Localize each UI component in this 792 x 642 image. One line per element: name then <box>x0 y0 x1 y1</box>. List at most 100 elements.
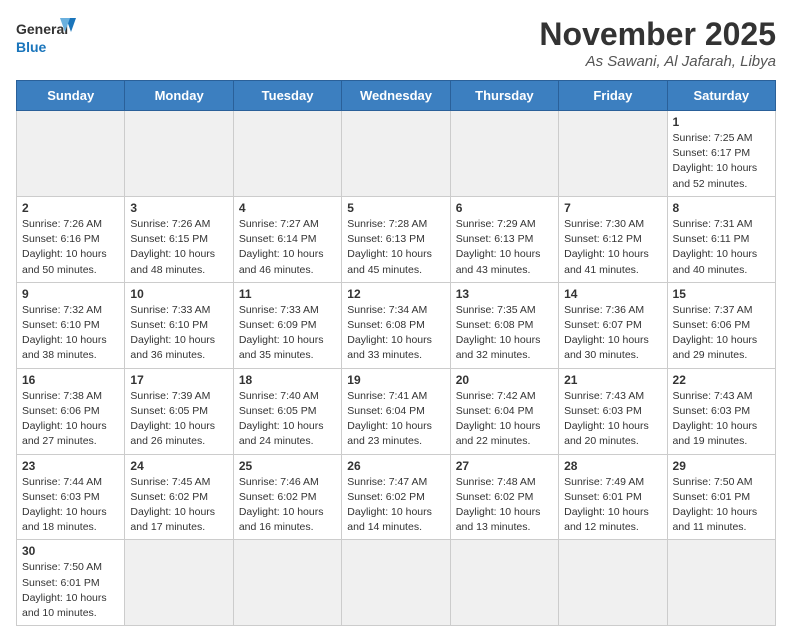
day-cell: 28Sunrise: 7:49 AM Sunset: 6:01 PM Dayli… <box>559 454 667 540</box>
day-info: Sunrise: 7:41 AM Sunset: 6:04 PM Dayligh… <box>347 389 444 450</box>
day-header-monday: Monday <box>125 81 233 111</box>
day-header-saturday: Saturday <box>667 81 775 111</box>
day-number: 30 <box>22 544 119 558</box>
day-cell: 26 Sunrise: 7:47 AM Sunset: 6:02 PM Dayli… <box>342 454 450 540</box>
day-info: Sunrise: 7:47 AM Sunset: 6:02 PM Dayligh… <box>347 475 444 536</box>
day-info: Sunrise: 7:44 AM Sunset: 6:03 PM Dayligh… <box>22 475 119 536</box>
day-number: 26 <box>347 459 444 473</box>
day-cell <box>450 540 558 626</box>
week-row-2: 2Sunrise: 7:26 AM Sunset: 6:16 PM Daylig… <box>17 196 776 282</box>
day-number: 7 <box>564 201 661 215</box>
day-cell: 16 Sunrise: 7:38 AM Sunset: 6:06 PM Dayli… <box>17 368 125 454</box>
day-number: 15 <box>673 287 770 301</box>
day-info: Sunrise: 7:28 AM Sunset: 6:13 PM Dayligh… <box>347 217 444 278</box>
title-area: November 2025 As Sawani, Al Jafarah, Lib… <box>539 16 776 70</box>
location: As Sawani, Al Jafarah, Libya <box>539 53 776 70</box>
day-info: Sunrise: 7:34 AM Sunset: 6:08 PM Dayligh… <box>347 303 444 364</box>
day-number: 6 <box>456 201 553 215</box>
day-cell: 21 Sunrise: 7:43 AM Sunset: 6:03 PM Dayli… <box>559 368 667 454</box>
day-cell: 30 Sunrise: 7:50 AM Sunset: 6:01 PM Dayli… <box>17 540 125 626</box>
day-cell: 4Sunrise: 7:27 AM Sunset: 6:14 PM Daylig… <box>233 196 341 282</box>
day-cell: 14 Sunrise: 7:36 AM Sunset: 6:07 PM Dayli… <box>559 282 667 368</box>
day-number: 3 <box>130 201 227 215</box>
day-number: 14 <box>564 287 661 301</box>
week-row-3: 9Sunrise: 7:32 AM Sunset: 6:10 PM Daylig… <box>17 282 776 368</box>
day-cell <box>559 540 667 626</box>
day-info: Sunrise: 7:43 AM Sunset: 6:03 PM Dayligh… <box>673 389 770 450</box>
day-info: Sunrise: 7:31 AM Sunset: 6:11 PM Dayligh… <box>673 217 770 278</box>
day-cell: 19Sunrise: 7:41 AM Sunset: 6:04 PM Dayli… <box>342 368 450 454</box>
day-info: Sunrise: 7:36 AM Sunset: 6:07 PM Dayligh… <box>564 303 661 364</box>
day-info: Sunrise: 7:46 AM Sunset: 6:02 PM Dayligh… <box>239 475 336 536</box>
header-row: SundayMondayTuesdayWednesdayThursdayFrid… <box>17 81 776 111</box>
day-cell: 8 Sunrise: 7:31 AM Sunset: 6:11 PM Daylig… <box>667 196 775 282</box>
calendar-table: SundayMondayTuesdayWednesdayThursdayFrid… <box>16 80 776 626</box>
logo-svg: General Blue <box>16 16 76 58</box>
day-info: Sunrise: 7:29 AM Sunset: 6:13 PM Dayligh… <box>456 217 553 278</box>
day-cell: 6 Sunrise: 7:29 AM Sunset: 6:13 PM Daylig… <box>450 196 558 282</box>
week-row-1: 1 Sunrise: 7:25 AM Sunset: 6:17 PM Daylig… <box>17 111 776 197</box>
day-header-friday: Friday <box>559 81 667 111</box>
day-number: 5 <box>347 201 444 215</box>
day-number: 1 <box>673 115 770 129</box>
day-info: Sunrise: 7:38 AM Sunset: 6:06 PM Dayligh… <box>22 389 119 450</box>
day-info: Sunrise: 7:50 AM Sunset: 6:01 PM Dayligh… <box>22 560 119 621</box>
day-number: 8 <box>673 201 770 215</box>
day-info: Sunrise: 7:33 AM Sunset: 6:09 PM Dayligh… <box>239 303 336 364</box>
day-cell <box>342 540 450 626</box>
logo: General Blue <box>16 16 76 58</box>
day-cell: 3 Sunrise: 7:26 AM Sunset: 6:15 PM Daylig… <box>125 196 233 282</box>
day-cell <box>450 111 558 197</box>
day-cell: 22 Sunrise: 7:43 AM Sunset: 6:03 PM Dayli… <box>667 368 775 454</box>
day-info: Sunrise: 7:26 AM Sunset: 6:16 PM Dayligh… <box>22 217 119 278</box>
week-row-4: 16 Sunrise: 7:38 AM Sunset: 6:06 PM Dayli… <box>17 368 776 454</box>
day-info: Sunrise: 7:43 AM Sunset: 6:03 PM Dayligh… <box>564 389 661 450</box>
day-cell <box>125 111 233 197</box>
day-number: 20 <box>456 373 553 387</box>
day-number: 29 <box>673 459 770 473</box>
day-cell: 23Sunrise: 7:44 AM Sunset: 6:03 PM Dayli… <box>17 454 125 540</box>
day-cell <box>17 111 125 197</box>
day-cell <box>667 540 775 626</box>
day-cell: 29Sunrise: 7:50 AM Sunset: 6:01 PM Dayli… <box>667 454 775 540</box>
day-header-sunday: Sunday <box>17 81 125 111</box>
day-number: 9 <box>22 287 119 301</box>
day-info: Sunrise: 7:45 AM Sunset: 6:02 PM Dayligh… <box>130 475 227 536</box>
day-cell: 11Sunrise: 7:33 AM Sunset: 6:09 PM Dayli… <box>233 282 341 368</box>
month-title: November 2025 <box>539 16 776 53</box>
day-info: Sunrise: 7:26 AM Sunset: 6:15 PM Dayligh… <box>130 217 227 278</box>
day-cell: 20 Sunrise: 7:42 AM Sunset: 6:04 PM Dayli… <box>450 368 558 454</box>
day-info: Sunrise: 7:40 AM Sunset: 6:05 PM Dayligh… <box>239 389 336 450</box>
day-cell: 5 Sunrise: 7:28 AM Sunset: 6:13 PM Daylig… <box>342 196 450 282</box>
day-cell <box>559 111 667 197</box>
day-number: 10 <box>130 287 227 301</box>
day-number: 27 <box>456 459 553 473</box>
day-number: 28 <box>564 459 661 473</box>
day-cell <box>233 540 341 626</box>
day-cell: 9Sunrise: 7:32 AM Sunset: 6:10 PM Daylig… <box>17 282 125 368</box>
day-number: 22 <box>673 373 770 387</box>
day-number: 24 <box>130 459 227 473</box>
day-cell: 24 Sunrise: 7:45 AM Sunset: 6:02 PM Dayli… <box>125 454 233 540</box>
day-info: Sunrise: 7:42 AM Sunset: 6:04 PM Dayligh… <box>456 389 553 450</box>
day-info: Sunrise: 7:33 AM Sunset: 6:10 PM Dayligh… <box>130 303 227 364</box>
day-number: 16 <box>22 373 119 387</box>
day-number: 13 <box>456 287 553 301</box>
day-info: Sunrise: 7:25 AM Sunset: 6:17 PM Dayligh… <box>673 131 770 192</box>
day-cell <box>342 111 450 197</box>
svg-text:Blue: Blue <box>16 39 47 55</box>
day-cell: 10 Sunrise: 7:33 AM Sunset: 6:10 PM Dayli… <box>125 282 233 368</box>
day-cell: 13 Sunrise: 7:35 AM Sunset: 6:08 PM Dayli… <box>450 282 558 368</box>
day-number: 21 <box>564 373 661 387</box>
day-header-wednesday: Wednesday <box>342 81 450 111</box>
day-number: 17 <box>130 373 227 387</box>
day-info: Sunrise: 7:30 AM Sunset: 6:12 PM Dayligh… <box>564 217 661 278</box>
day-info: Sunrise: 7:27 AM Sunset: 6:14 PM Dayligh… <box>239 217 336 278</box>
day-cell: 7 Sunrise: 7:30 AM Sunset: 6:12 PM Daylig… <box>559 196 667 282</box>
day-cell: 15Sunrise: 7:37 AM Sunset: 6:06 PM Dayli… <box>667 282 775 368</box>
day-number: 12 <box>347 287 444 301</box>
day-info: Sunrise: 7:35 AM Sunset: 6:08 PM Dayligh… <box>456 303 553 364</box>
day-number: 25 <box>239 459 336 473</box>
day-cell: 17Sunrise: 7:39 AM Sunset: 6:05 PM Dayli… <box>125 368 233 454</box>
day-cell: 1 Sunrise: 7:25 AM Sunset: 6:17 PM Daylig… <box>667 111 775 197</box>
